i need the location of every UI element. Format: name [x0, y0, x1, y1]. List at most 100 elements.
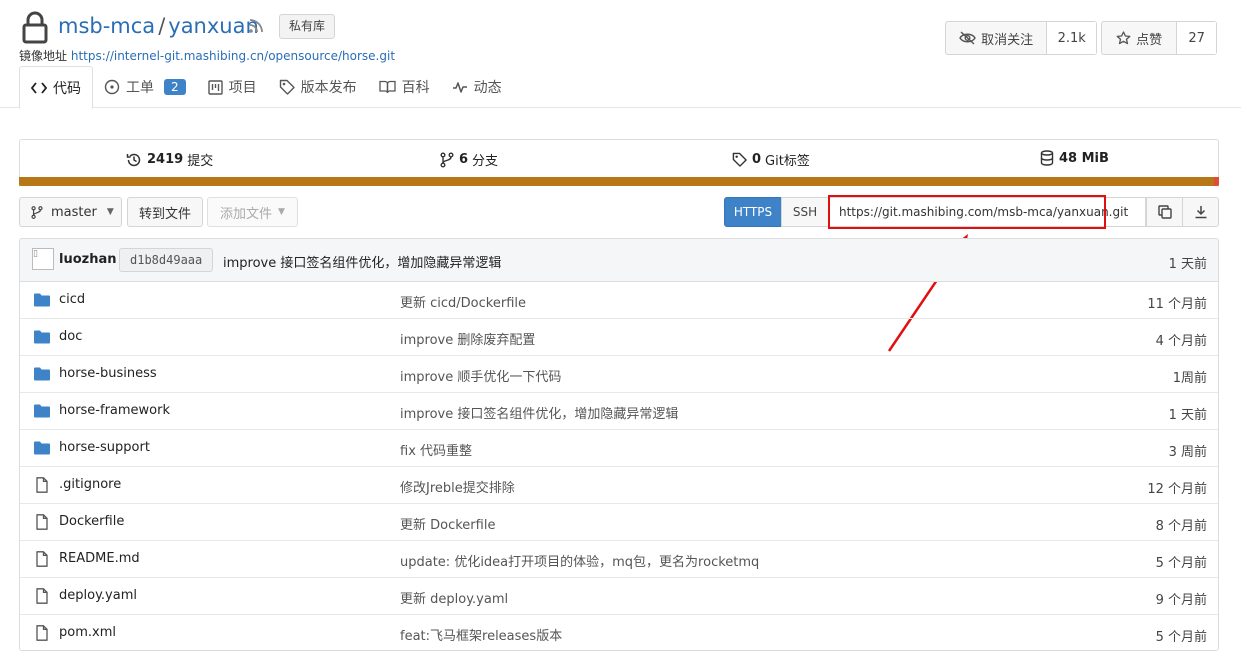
branches-label: 分支 [472, 154, 499, 169]
branch-icon [31, 205, 43, 219]
repo-size: 48 MiB [1059, 150, 1109, 166]
branch-icon [440, 152, 454, 167]
mirror-label: 镜像地址 [19, 49, 68, 63]
star-icon [1116, 31, 1131, 45]
file-commit-time: 1周前 [1172, 371, 1207, 386]
file-name[interactable]: deploy.yaml [59, 588, 137, 603]
star-button[interactable]: 点赞 [1102, 22, 1176, 54]
file-commit-message[interactable]: 更新 cicd/Dockerfile [400, 292, 526, 311]
book-icon [378, 80, 396, 94]
tab-releases-label: 版本发布 [300, 80, 357, 96]
file-commit-time: 4 个月前 [1155, 334, 1207, 349]
tab-activity-label: 动态 [473, 80, 502, 96]
file-row[interactable]: README.md update: 优化idea打开项目的体验，mq包，更名为ro… [20, 541, 1218, 578]
file-commit-time: 11 个月前 [1147, 297, 1207, 312]
file-name[interactable]: pom.xml [59, 625, 116, 640]
tab-releases[interactable]: 版本发布 [268, 66, 368, 108]
file-name[interactable]: .gitignore [59, 477, 121, 492]
language-bar[interactable] [19, 177, 1219, 186]
folder-icon [34, 330, 50, 344]
lock-icon [22, 11, 48, 44]
download-button[interactable] [1182, 197, 1219, 227]
pulse-icon [452, 82, 467, 93]
goto-file-button[interactable]: 转到文件 [127, 197, 203, 227]
file-name[interactable]: README.md [59, 551, 140, 566]
tab-wiki-label: 百科 [401, 80, 430, 96]
file-name[interactable]: horse-support [59, 440, 150, 455]
repo-header: msb-mca / yanxuan 私有库 镜像地址 https://interne… [0, 0, 1241, 109]
commit-time: 1 天前 [1168, 257, 1207, 272]
file-row[interactable]: pom.xml feat:飞马框架releases版本 5 个月前 [20, 615, 1218, 650]
file-commit-message[interactable]: improve 接口签名组件优化，增加隐藏异常逻辑 [400, 403, 678, 422]
copy-url-button[interactable] [1146, 197, 1183, 227]
branches-stat[interactable]: 6 分支 [440, 150, 498, 169]
watchers-count[interactable]: 2.1k [1046, 22, 1096, 54]
file-commit-time: 3 周前 [1168, 445, 1207, 460]
file-row[interactable]: doc improve 删除废弃配置 4 个月前 [20, 319, 1218, 356]
file-commit-time: 12 个月前 [1147, 482, 1207, 497]
file-name[interactable]: cicd [59, 292, 85, 307]
file-row[interactable]: cicd 更新 cicd/Dockerfile 11 个月前 [20, 282, 1218, 319]
star-button-group: 点赞 27 [1101, 21, 1217, 55]
commits-stat[interactable]: 2419 提交 [126, 150, 213, 169]
file-commit-message[interactable]: 更新 Dockerfile [400, 514, 495, 533]
eye-slash-icon [959, 31, 976, 45]
tags-stat[interactable]: 0 Git标签 [732, 150, 810, 169]
file-commit-message[interactable]: 更新 deploy.yaml [400, 588, 508, 607]
add-file-button[interactable]: 添加文件 ▼ [207, 197, 298, 227]
unwatch-button[interactable]: 取消关注 [946, 22, 1046, 54]
latest-commit-row: ▯ luozhan d1b8d49aaa improve 接口签名组件优化，增加… [20, 239, 1218, 282]
avatar[interactable]: ▯ [32, 248, 54, 270]
issues-count-badge: 2 [164, 79, 186, 95]
tab-wiki[interactable]: 百科 [368, 66, 441, 108]
commits-label: 提交 [187, 154, 214, 169]
database-icon [1040, 150, 1054, 166]
file-name[interactable]: doc [59, 329, 82, 344]
file-commit-message[interactable]: 修改Jreble提交排除 [400, 477, 515, 496]
file-icon [36, 514, 48, 530]
ssh-toggle[interactable]: SSH [781, 197, 829, 227]
mirror-url-link[interactable]: https://internel-git.mashibing.cn/openso… [71, 49, 395, 63]
project-icon [207, 79, 223, 95]
folder-icon [34, 404, 50, 418]
file-row[interactable]: .gitignore 修改Jreble提交排除 12 个月前 [20, 467, 1218, 504]
repo-owner-link[interactable]: msb-mca [58, 14, 155, 38]
language-bar-secondary[interactable] [1214, 177, 1219, 186]
file-commit-time: 5 个月前 [1155, 556, 1207, 571]
file-name[interactable]: Dockerfile [59, 514, 124, 529]
file-row[interactable]: horse-support fix 代码重整 3 周前 [20, 430, 1218, 467]
file-commit-message[interactable]: fix 代码重整 [400, 440, 472, 459]
star-label: 点赞 [1136, 32, 1163, 48]
file-icon [36, 588, 48, 604]
repo-title: msb-mca / yanxuan [58, 14, 259, 38]
file-row[interactable]: horse-business improve 顺手优化一下代码 1周前 [20, 356, 1218, 393]
commit-sha[interactable]: d1b8d49aaa [119, 248, 214, 272]
file-row[interactable]: Dockerfile 更新 Dockerfile 8 个月前 [20, 504, 1218, 541]
tab-projects[interactable]: 项目 [197, 66, 268, 108]
file-list: ▯ luozhan d1b8d49aaa improve 接口签名组件优化，增加… [19, 238, 1219, 651]
file-commit-message[interactable]: improve 顺手优化一下代码 [400, 366, 561, 385]
file-commit-message[interactable]: update: 优化idea打开项目的体验，mq包，更名为rocketmq [400, 551, 759, 570]
https-toggle[interactable]: HTTPS [724, 197, 782, 227]
caret-down-icon: ▼ [106, 207, 114, 217]
stars-count[interactable]: 27 [1176, 22, 1216, 54]
file-commit-time: 9 个月前 [1155, 593, 1207, 608]
file-commit-message[interactable]: improve 删除废弃配置 [400, 329, 535, 348]
tab-issues[interactable]: 工单 2 [93, 66, 197, 108]
tab-code[interactable]: 代码 [19, 66, 93, 109]
commit-message[interactable]: improve 接口签名组件优化，增加隐藏异常逻辑 [223, 252, 501, 271]
tag-icon [732, 152, 747, 167]
file-row[interactable]: horse-framework improve 接口签名组件优化，增加隐藏异常逻辑… [20, 393, 1218, 430]
copy-icon [1157, 205, 1172, 219]
repo-name-link[interactable]: yanxuan [168, 14, 259, 38]
commit-author[interactable]: luozhan [59, 252, 117, 267]
file-commit-message[interactable]: feat:飞马框架releases版本 [400, 625, 562, 644]
tab-activity[interactable]: 动态 [441, 66, 513, 108]
tab-projects-label: 项目 [228, 80, 257, 96]
branch-selector[interactable]: master ▼ [19, 197, 122, 227]
file-row[interactable]: deploy.yaml 更新 deploy.yaml 9 个月前 [20, 578, 1218, 615]
file-name[interactable]: horse-framework [59, 403, 170, 418]
rss-icon[interactable] [248, 18, 264, 34]
add-file-label: 添加文件 [220, 206, 273, 222]
file-name[interactable]: horse-business [59, 366, 157, 381]
